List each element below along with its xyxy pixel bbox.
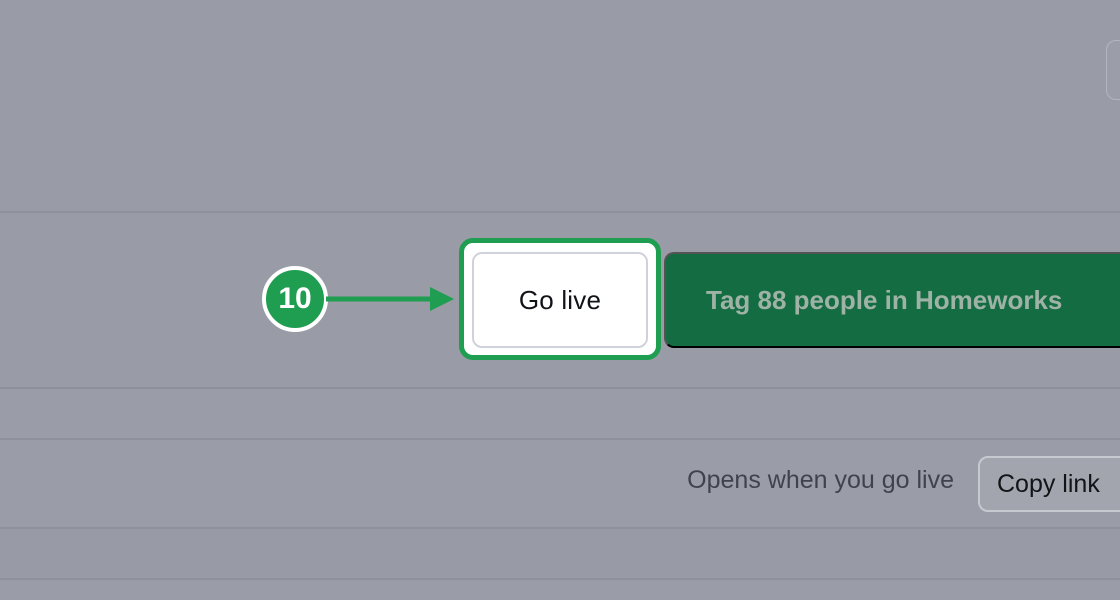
section-gap: [0, 389, 1120, 438]
go-live-hint: Opens when you go live: [687, 466, 954, 494]
corner-control[interactable]: [1106, 40, 1120, 100]
screenshot-page: Go live Tag 88 people in Homeworks 10 Op…: [0, 0, 1120, 600]
tag-people-button[interactable]: Tag 88 people in Homeworks: [664, 252, 1120, 348]
step-number-badge: 10: [262, 266, 328, 332]
bottom-section: [0, 529, 1120, 578]
bottom-section: [0, 580, 1120, 600]
top-panel: [0, 0, 1120, 211]
go-live-button[interactable]: Go live: [472, 252, 648, 348]
arrow-right-icon: [326, 287, 454, 311]
copy-link-button[interactable]: Copy link: [978, 456, 1120, 512]
